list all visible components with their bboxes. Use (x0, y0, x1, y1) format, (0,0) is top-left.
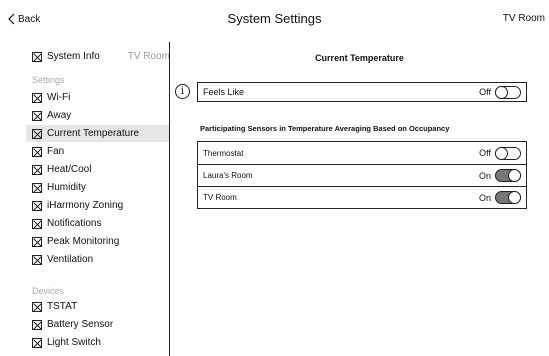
back-button[interactable]: Back (8, 13, 40, 25)
toggle-knob (508, 169, 521, 182)
sidebar-item-battery-sensor[interactable]: Battery Sensor (32, 317, 170, 332)
feels-like-label: Feels Like (203, 87, 245, 97)
sidebar: System Info TV Room Settings Wi-Fi Away … (0, 42, 170, 356)
sidebar-item-heat-cool[interactable]: Heat/Cool (32, 162, 170, 177)
info-icon[interactable]: i (175, 84, 190, 99)
image-placeholder-icon (32, 337, 42, 348)
sensor-row-lauras-room: Laura's Room On (198, 164, 526, 186)
sidebar-item-notifications[interactable]: Notifications (32, 216, 170, 231)
sidebar-item-label: Battery Sensor (47, 319, 114, 330)
sensor-toggle-thermostat[interactable] (495, 146, 521, 160)
image-placeholder-icon (32, 92, 42, 103)
image-placeholder-icon (32, 182, 42, 193)
sidebar-item-label: Wi-Fi (47, 92, 71, 103)
image-placeholder-icon (32, 319, 42, 330)
sensors-heading: Participating Sensors in Temperature Ave… (200, 124, 450, 133)
sidebar-item-peak-monitoring[interactable]: Peak Monitoring (32, 234, 170, 249)
image-placeholder-icon (32, 146, 42, 157)
image-placeholder-icon (32, 128, 42, 139)
sidebar-item-system-info[interactable]: System Info TV Room (32, 49, 170, 64)
sidebar-item-humidity[interactable]: Humidity (32, 180, 170, 195)
sidebar-divider (169, 42, 170, 356)
sidebar-item-fan[interactable]: Fan (32, 144, 170, 159)
sidebar-item-iharmony-zoning[interactable]: iHarmony Zoning (32, 198, 170, 213)
sidebar-item-tstat[interactable]: TSTAT (32, 299, 170, 314)
sidebar-item-label: Ventilation (47, 254, 94, 265)
image-placeholder-icon (32, 200, 42, 211)
image-placeholder-icon (32, 301, 42, 312)
section-title: Current Temperature (315, 53, 404, 63)
image-placeholder-icon (32, 218, 42, 229)
sidebar-item-label: Light Switch (47, 337, 101, 348)
sidebar-item-ventilation[interactable]: Ventilation (32, 252, 170, 267)
sidebar-item-current-temperature[interactable]: Current Temperature (26, 125, 169, 142)
sensor-row-thermostat: Thermostat Off (198, 142, 526, 164)
sensor-label: TV Room (203, 193, 237, 202)
sidebar-item-label: iHarmony Zoning (47, 200, 124, 211)
sidebar-item-label: Fan (47, 146, 65, 157)
sidebar-item-label: Heat/Cool (47, 164, 92, 175)
feels-like-state: Off (479, 87, 491, 97)
sidebar-item-label: Humidity (47, 182, 86, 193)
sidebar-item-label: Current Temperature (47, 128, 140, 139)
toggle-knob (508, 191, 521, 204)
sidebar-item-label: Notifications (47, 218, 102, 229)
sidebar-item-label: TSTAT (47, 301, 78, 312)
image-placeholder-icon (32, 164, 42, 175)
sidebar-item-away[interactable]: Away (32, 108, 170, 123)
feels-like-toggle[interactable] (495, 85, 521, 99)
toggle-knob (495, 85, 508, 99)
image-placeholder-icon (32, 254, 42, 265)
sidebar-item-wifi[interactable]: Wi-Fi (32, 90, 170, 105)
sensor-state: On (478, 170, 491, 181)
current-room[interactable]: TV Room (503, 13, 545, 24)
toggle-knob (495, 146, 508, 160)
chevron-left-icon (8, 13, 15, 25)
image-placeholder-icon (32, 236, 42, 247)
sidebar-item-label: System Info (47, 51, 100, 62)
back-label: Back (18, 13, 41, 25)
page-title: System Settings (227, 11, 322, 26)
sensor-row-tv-room: TV Room On (198, 186, 526, 208)
image-placeholder-icon (32, 110, 42, 121)
sidebar-item-light-switch[interactable]: Light Switch (32, 335, 170, 350)
sidebar-item-label: Peak Monitoring (47, 236, 120, 247)
sensor-label: Thermostat (203, 148, 244, 158)
sensor-state: Off (479, 148, 491, 158)
devices-heading: Devices (32, 286, 65, 296)
sidebar-item-tag: TV Room (127, 51, 170, 62)
header: Back System Settings TV Room (0, 0, 549, 42)
sensor-state: On (478, 192, 491, 203)
settings-heading: Settings (32, 75, 65, 85)
image-placeholder-icon (32, 51, 42, 62)
sensor-list: Thermostat Off Laura's Room On TV Room O… (197, 141, 527, 209)
feels-like-row: Feels Like Off (197, 82, 527, 102)
sensor-toggle-lauras-room[interactable] (495, 169, 521, 182)
sidebar-item-label: Away (47, 110, 72, 121)
sensor-label: Laura's Room (203, 171, 253, 180)
sensor-toggle-tv-room[interactable] (495, 191, 521, 204)
